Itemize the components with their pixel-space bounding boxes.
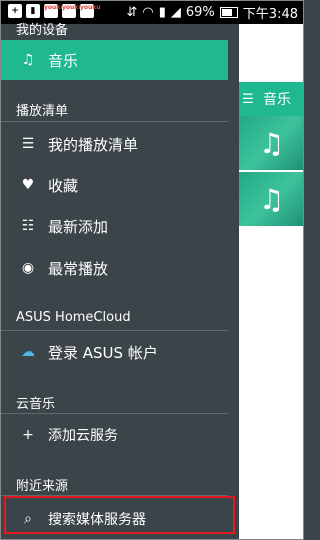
list-add-icon: ☷: [21, 218, 35, 234]
hamburger-menu-icon[interactable]: ☰: [241, 92, 255, 107]
youku-icon: youku: [44, 4, 65, 18]
drawer-item-label: 最常播放: [48, 259, 109, 278]
heart-icon: ♥: [21, 177, 35, 193]
sd-card-icon: ▮: [26, 4, 40, 18]
music-note-icon: ♫: [21, 52, 35, 68]
list-icon: ☰: [21, 136, 35, 152]
section-title-my-device: 我的设备: [16, 23, 69, 38]
highlight-box: [4, 496, 235, 534]
main-content: ☰ 音乐 ♫ ♫: [239, 24, 304, 540]
youku-icon: youku: [80, 4, 101, 18]
drawer-item-music[interactable]: ♫ 音乐: [0, 40, 228, 80]
drawer-item-label: 我的播放清单: [48, 135, 139, 154]
drawer-item-favorites[interactable]: ♥ 收藏: [0, 167, 228, 203]
divider: [0, 330, 228, 331]
sd-card-icon: ▮: [158, 5, 166, 20]
album-tile[interactable]: ♫: [239, 172, 304, 226]
system-icons: ⇵ ◠ ▮ ◢ 69% 下午3:48: [126, 3, 298, 22]
divider: [0, 121, 228, 122]
drawer-item-label: 最新添加: [48, 217, 109, 236]
album-tile[interactable]: ♫: [239, 116, 304, 170]
wifi-icon: ◠: [142, 5, 154, 20]
drawer-item-most-played[interactable]: ◉ 最常播放: [0, 250, 228, 286]
music-note-icon: ♫: [258, 182, 285, 216]
plus-icon: +: [8, 4, 22, 18]
music-note-icon: ♫: [258, 126, 285, 160]
battery-icon: [219, 7, 238, 18]
battery-percent: 69%: [185, 5, 215, 20]
cloud-icon: ☁: [21, 344, 35, 360]
plus-icon: +: [22, 427, 34, 443]
drawer-item-label: 添加云服务: [48, 428, 118, 444]
drawer-item-label: 音乐: [48, 51, 79, 70]
drawer-item-label: 登录 ASUS 帐户: [48, 343, 158, 362]
drawer-item-asus-login[interactable]: ☁ 登录 ASUS 帐户: [0, 334, 228, 370]
main-header: ☰ 音乐: [239, 82, 304, 116]
notification-icons: + ▮ youku youku youku: [8, 4, 101, 18]
clock: 下午3:48: [242, 7, 298, 22]
drawer-item-recently-added[interactable]: ☷ 最新添加: [0, 208, 228, 244]
navigation-drawer: 我的设备 ♫ 音乐 播放清单 ☰ 我的播放清单 ♥ 收藏 ☷ 最新添加 ◉ 最常…: [0, 23, 239, 540]
signal-icon: ◢: [170, 5, 181, 20]
section-title-nearby-sources: 附近来源: [16, 479, 69, 494]
section-title-playlists: 播放清单: [16, 104, 69, 119]
drawer-item-add-cloud-service[interactable]: + 添加云服务: [0, 417, 228, 453]
drawer-item-my-playlists[interactable]: ☰ 我的播放清单: [0, 126, 228, 162]
play-count-icon: ◉: [21, 260, 35, 276]
divider: [0, 413, 228, 414]
main-title: 音乐: [263, 92, 291, 108]
drawer-item-label: 收藏: [48, 176, 79, 195]
section-title-asus-homecloud: ASUS HomeCloud: [16, 310, 131, 325]
youku-icon: youku: [62, 4, 83, 18]
usb-icon: ⇵: [126, 5, 138, 20]
section-title-cloud-music: 云音乐: [16, 397, 56, 412]
